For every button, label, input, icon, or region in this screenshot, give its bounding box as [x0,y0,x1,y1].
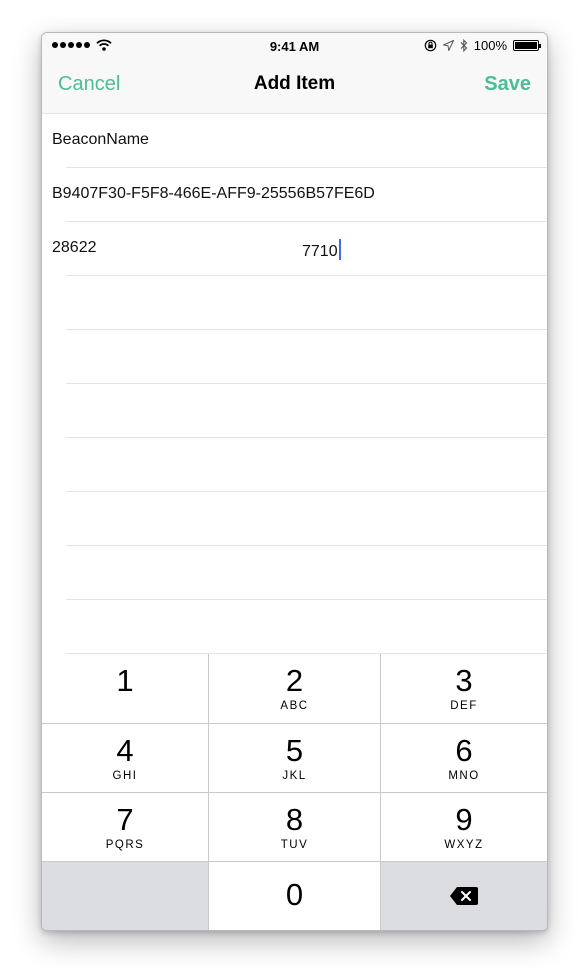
key-letters: GHI [112,770,138,782]
uuid-row[interactable]: B9407F30-F5F8-466E-AFF9-25556B57FE6D [42,168,547,222]
text-cursor [338,239,341,260]
major-minor-row: 28622 7710 [42,222,547,276]
key-digit: 6 [455,733,473,768]
key-2[interactable]: 2 ABC [209,654,380,723]
name-row[interactable]: BeaconName [42,114,547,168]
delete-key[interactable] [381,862,547,930]
cancel-button[interactable]: Cancel [58,73,120,96]
key-letters: MNO [448,770,480,782]
lock-rotation-icon [424,39,437,52]
key-1[interactable]: 1 [42,654,208,723]
key-4[interactable]: 4 GHI [42,724,208,792]
minor-value: 7710 [302,243,338,260]
key-letters: WXYZ [444,839,484,851]
minor-field[interactable]: 7710 [302,239,341,261]
uuid-field[interactable]: B9407F30-F5F8-466E-AFF9-25556B57FE6D [52,185,375,203]
key-letters: ABC [280,700,309,712]
major-field[interactable]: 28622 [52,239,97,257]
key-digit: 2 [285,663,304,698]
empty-row [42,546,547,600]
key-letters: PQRS [105,839,145,851]
empty-row [42,492,547,546]
key-0[interactable]: 0 [209,862,380,930]
key-digit: 5 [285,733,304,768]
name-field[interactable]: BeaconName [52,131,149,149]
key-letters: DEF [450,700,478,712]
empty-row [42,438,547,492]
key-digit: 9 [455,802,473,837]
bluetooth-icon [460,39,468,52]
number-keypad: 1 2 ABC 3 DEF 4 GHI 5 JKL 6 MNO 7 PQRS 8… [42,654,547,930]
status-bar: 9:41 AM 100% [42,33,547,59]
empty-row [42,384,547,438]
key-6[interactable]: 6 MNO [381,724,547,792]
location-icon [442,40,454,51]
key-digit: 4 [116,733,134,768]
key-3[interactable]: 3 DEF [381,654,547,723]
navigation-bar: Cancel Add Item Save [42,59,547,114]
key-8[interactable]: 8 TUV [209,793,380,861]
key-digit: 0 [285,877,304,912]
save-button[interactable]: Save [484,73,531,96]
battery-percent: 100% [473,38,507,53]
key-digit: 3 [455,663,473,698]
key-letters: JKL [282,770,307,782]
empty-row [42,276,547,330]
key-digit: 8 [285,802,304,837]
key-9[interactable]: 9 WXYZ [381,793,547,861]
backspace-icon [450,887,478,905]
device-frame: 9:41 AM 100% Cancel Add Item Save Beacon… [41,32,548,931]
empty-row [42,600,547,654]
key-7[interactable]: 7 PQRS [42,793,208,861]
key-digit: 7 [116,802,134,837]
key-letters: TUV [280,839,309,851]
key-5[interactable]: 5 JKL [209,724,380,792]
battery-icon [513,40,541,51]
blank-key [42,862,208,930]
empty-row [42,330,547,384]
key-digit: 1 [116,663,134,698]
